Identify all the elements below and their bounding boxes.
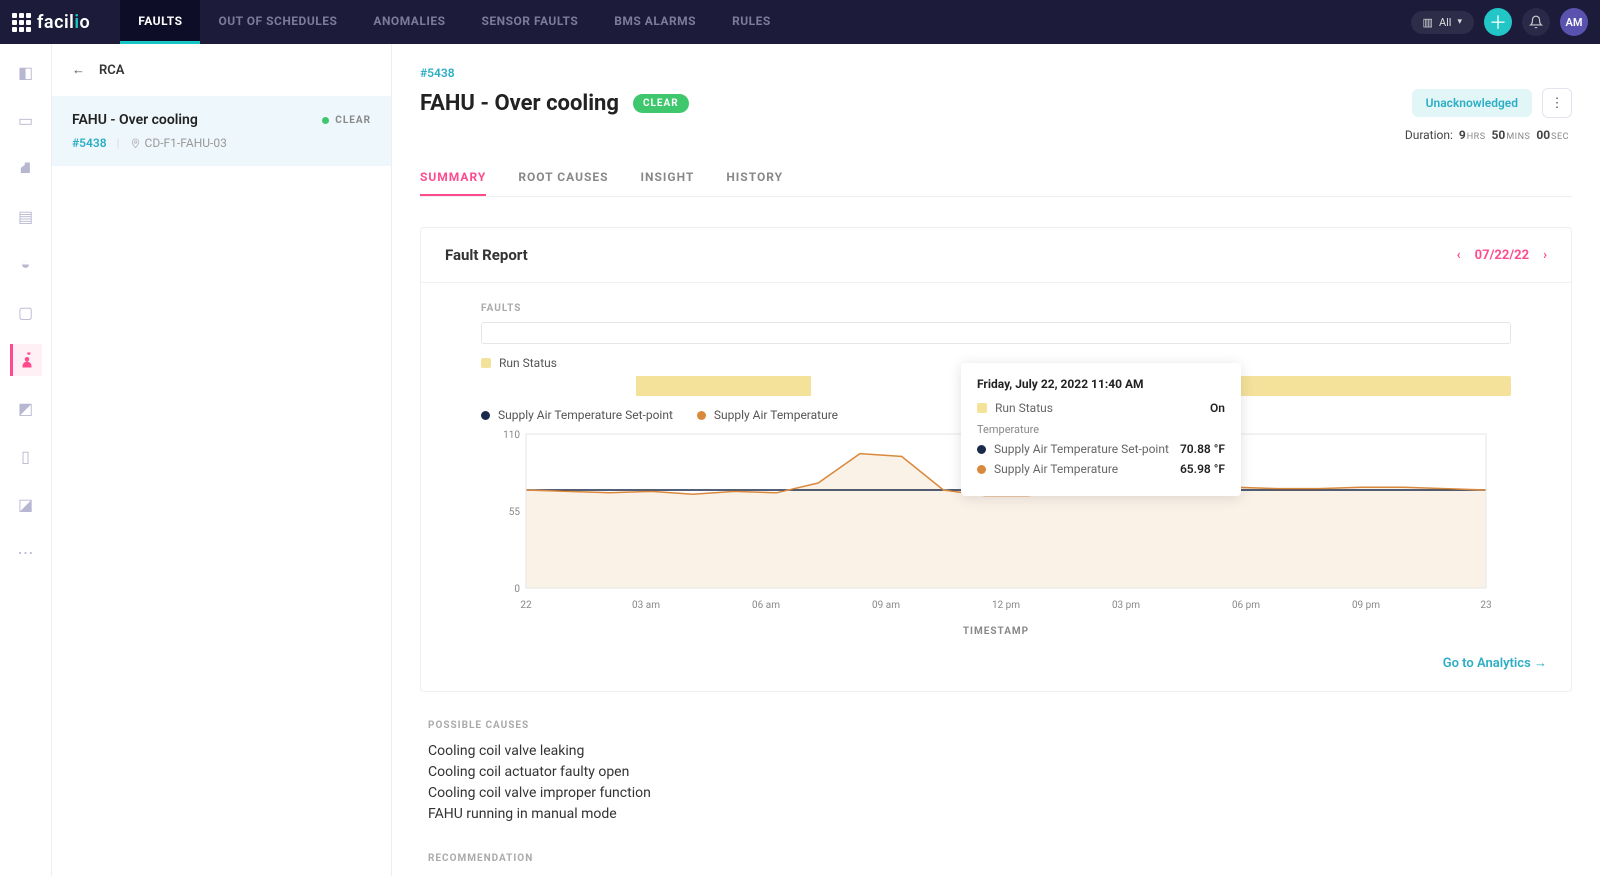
fault-list-item[interactable]: FAHU - Over cooling CLEAR #5438 | CD-F1-…: [52, 96, 391, 166]
sidenav-item-more[interactable]: ⋯: [10, 536, 42, 568]
sidenav-item-1[interactable]: ◧: [10, 56, 42, 88]
fault-report-card: Fault Report ‹ 07/22/22 › FAULTS Run Sta…: [420, 227, 1572, 692]
next-date-button[interactable]: ›: [1543, 248, 1547, 263]
notifications-button[interactable]: [1522, 8, 1550, 36]
chart-area: FAULTS Run Status Supply Air Temperature…: [421, 283, 1571, 647]
legend-run-status: Run Status: [481, 356, 557, 370]
legend-supply-temp: Supply Air Temperature: [697, 408, 838, 422]
fault-item-location[interactable]: CD-F1-FAHU-03: [130, 136, 227, 150]
building-icon: ▥: [1423, 16, 1433, 29]
possible-causes: POSSIBLE CAUSES Cooling coil valve leaki…: [420, 720, 1572, 825]
sidenav-item-3[interactable]: ⛘: [10, 152, 42, 184]
status-badge: CLEAR: [633, 94, 689, 113]
sidenav-item-9[interactable]: ▯: [10, 440, 42, 472]
fault-item-id[interactable]: #5438: [72, 136, 107, 150]
svg-text:23: 23: [1480, 600, 1491, 611]
faults-bar: [481, 322, 1511, 344]
svg-text:06 pm: 06 pm: [1232, 600, 1260, 611]
apps-icon: [12, 13, 31, 32]
alarm-icon: [18, 351, 36, 369]
date-navigator: ‹ 07/22/22 ›: [1457, 248, 1547, 263]
svg-text:03 am: 03 am: [632, 600, 660, 611]
svg-text:06 am: 06 am: [752, 600, 780, 611]
detail-id[interactable]: #5438: [420, 66, 1572, 80]
legend-setpoint: Supply Air Temperature Set-point: [481, 408, 673, 422]
sidenav-item-6[interactable]: ▢: [10, 296, 42, 328]
top-nav: facilio FAULTS OUT OF SCHEDULES ANOMALIE…: [0, 0, 1600, 44]
circle-icon: [977, 465, 986, 474]
square-icon: [481, 358, 491, 368]
svg-text:09 am: 09 am: [872, 600, 900, 611]
sidenav-item-4[interactable]: ▤: [10, 200, 42, 232]
chart-tooltip: Friday, July 22, 2022 11:40 AM Run Statu…: [961, 363, 1241, 496]
sidenav-item-10[interactable]: ◪: [10, 488, 42, 520]
duration: Duration: 9HRS 50MINS 00SEC: [420, 128, 1572, 142]
page-title: FAHU - Over cooling: [420, 91, 619, 116]
bell-icon: [1529, 15, 1543, 29]
add-button[interactable]: ＋: [1484, 8, 1512, 36]
circle-icon: [977, 445, 986, 454]
fault-item-title: FAHU - Over cooling: [72, 112, 198, 128]
svg-text:22: 22: [520, 600, 532, 611]
site-filter[interactable]: ▥ All ▾: [1411, 11, 1474, 34]
tab-out-of-schedules[interactable]: OUT OF SCHEDULES: [200, 0, 355, 44]
user-avatar[interactable]: AM: [1560, 8, 1588, 36]
tab-root-causes[interactable]: ROOT CAUSES: [518, 160, 608, 196]
chevron-down-icon: ▾: [1457, 17, 1462, 27]
fault-item-status: CLEAR: [322, 115, 371, 126]
svg-text:110: 110: [503, 430, 520, 441]
brand-logo[interactable]: facilio: [12, 12, 110, 33]
detail-tabs: SUMMARY ROOT CAUSES INSIGHT HISTORY: [420, 160, 1572, 197]
brand-name: facilio: [37, 12, 90, 33]
tooltip-title: Friday, July 22, 2022 11:40 AM: [977, 377, 1225, 391]
tab-sensor-faults[interactable]: SENSOR FAULTS: [464, 0, 597, 44]
more-menu-button[interactable]: ⋮: [1542, 88, 1572, 118]
back-button[interactable]: ←: [72, 62, 85, 78]
current-date[interactable]: 07/22/22: [1475, 248, 1529, 263]
circle-icon: [697, 411, 706, 420]
location-icon: [130, 138, 141, 149]
recommendation: RECOMMENDATION Check for proper function…: [420, 853, 1572, 876]
card-title: Fault Report: [445, 246, 528, 264]
ack-badge[interactable]: Unacknowledged: [1412, 89, 1532, 117]
tab-anomalies[interactable]: ANOMALIES: [355, 0, 463, 44]
site-filter-label: All: [1439, 16, 1452, 29]
svg-text:09 pm: 09 pm: [1352, 600, 1380, 611]
faults-section-label: FAULTS: [481, 303, 1511, 314]
circle-icon: [481, 411, 490, 420]
tab-history[interactable]: HISTORY: [726, 160, 783, 196]
go-to-analytics-link[interactable]: Go to Analytics →: [1443, 656, 1547, 671]
square-icon: [977, 403, 987, 413]
fault-list-panel: ← RCA FAHU - Over cooling CLEAR #5438 | …: [52, 44, 392, 876]
tab-rules[interactable]: RULES: [714, 0, 789, 44]
prev-date-button[interactable]: ‹: [1457, 248, 1461, 263]
primary-tabs: FAULTS OUT OF SCHEDULES ANOMALIES SENSOR…: [120, 0, 789, 44]
tab-bms-alarms[interactable]: BMS ALARMS: [596, 0, 714, 44]
svg-text:03 pm: 03 pm: [1112, 600, 1140, 611]
sidenav-item-8[interactable]: ◩: [10, 392, 42, 424]
sidenav-item-2[interactable]: ▭: [10, 104, 42, 136]
breadcrumb: RCA: [99, 63, 124, 78]
status-dot-icon: [322, 117, 329, 124]
detail-panel: #5438 FAHU - Over cooling CLEAR Unacknow…: [392, 44, 1600, 876]
sidenav-item-5[interactable]: ◒: [10, 248, 42, 280]
side-nav: ◧ ▭ ⛘ ▤ ◒ ▢ ◩ ▯ ◪ ⋯: [0, 44, 52, 876]
svg-text:12 pm: 12 pm: [992, 600, 1020, 611]
svg-text:55: 55: [509, 507, 521, 518]
tab-insight[interactable]: INSIGHT: [641, 160, 695, 196]
svg-text:0: 0: [514, 584, 520, 595]
tab-summary[interactable]: SUMMARY: [420, 160, 486, 196]
sidenav-item-alarms[interactable]: [10, 344, 42, 376]
x-axis-label: TIMESTAMP: [481, 626, 1511, 637]
tab-faults[interactable]: FAULTS: [120, 0, 200, 44]
